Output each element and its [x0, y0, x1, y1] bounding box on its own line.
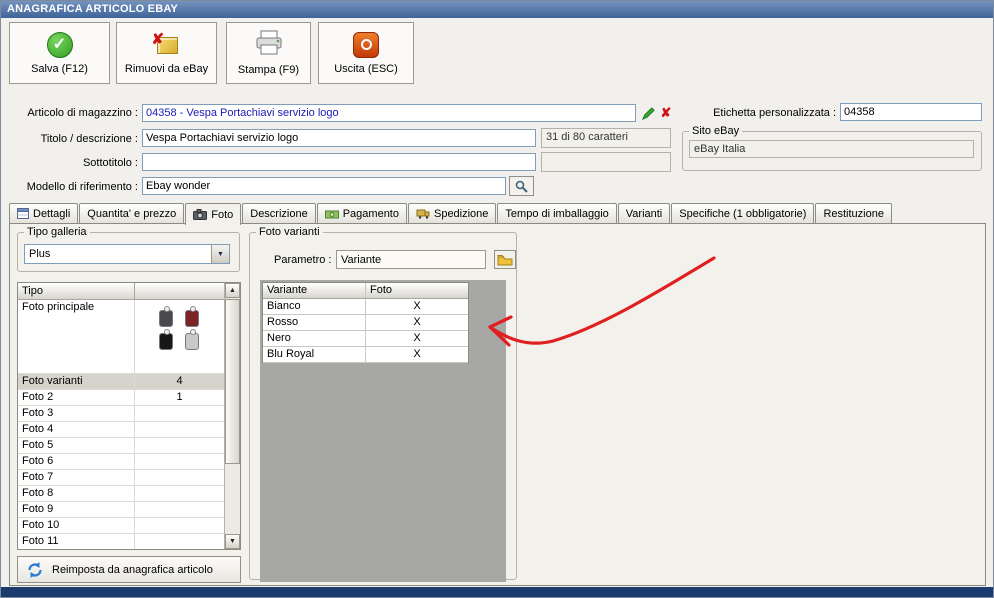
table-row-foto-2[interactable]: Foto 2 1	[18, 390, 224, 406]
stampa-button[interactable]: Stampa (F9)	[226, 22, 311, 84]
sito-ebay-group: Sito eBay eBay Italia	[682, 125, 982, 171]
edit-pencil-icon[interactable]	[639, 104, 657, 122]
scroll-down-icon[interactable]: ▼	[225, 534, 240, 549]
table-row-foto-8[interactable]: Foto 8	[18, 486, 224, 502]
status-bar	[1, 587, 993, 597]
anagrafica-articolo-ebay-window: ANAGRAFICA ARTICOLO EBAY ✓ Salva (F12) ✘…	[0, 0, 994, 598]
sottotitolo-counter	[541, 152, 671, 172]
etichetta-input[interactable]	[840, 103, 982, 121]
tipo-galleria-selected: Plus	[29, 248, 51, 260]
table-row-foto-6[interactable]: Foto 6	[18, 454, 224, 470]
keychain-thumbnail	[184, 329, 199, 350]
tab-specifiche[interactable]: Specifiche (1 obbligatorie)	[671, 203, 815, 223]
modello-search-button[interactable]	[509, 176, 534, 196]
articolo-label: Articolo di magazzino :	[27, 107, 138, 119]
save-check-icon: ✓	[46, 31, 73, 58]
tab-varianti[interactable]: Varianti	[617, 203, 671, 223]
chevron-down-icon[interactable]: ▼	[211, 245, 229, 263]
table-row-foto-varianti[interactable]: Foto varianti 4	[18, 374, 224, 390]
variant-row-nero[interactable]: Nero X	[263, 331, 468, 347]
foto-principale-thumbnails	[135, 300, 224, 350]
variant-row-bianco[interactable]: Bianco X	[263, 299, 468, 315]
table-row-foto-principale[interactable]: Foto principale	[18, 300, 224, 374]
tab-tempo-di-imballaggio[interactable]: Tempo di imballaggio	[497, 203, 617, 223]
foto-table-header-tipo: Tipo	[18, 283, 135, 299]
table-row-foto-11[interactable]: Foto 11	[18, 534, 224, 549]
parametro-folder-button[interactable]	[494, 250, 516, 269]
table-row-foto-5[interactable]: Foto 5	[18, 438, 224, 454]
power-exit-icon	[353, 31, 379, 58]
etichetta-label: Etichetta personalizzata :	[713, 107, 836, 119]
sottotitolo-label: Sottotitolo :	[82, 157, 138, 169]
foto-varianti-legend: Foto varianti	[259, 226, 320, 238]
tipo-galleria-group: Tipo galleria Plus ▼	[17, 226, 240, 272]
keychain-thumbnail	[158, 306, 173, 327]
sito-ebay-legend: Sito eBay	[692, 125, 740, 137]
sito-ebay-value: eBay Italia	[689, 140, 974, 158]
tipo-galleria-legend: Tipo galleria	[27, 226, 87, 238]
magnifier-icon	[515, 180, 528, 193]
toolbar: ✓ Salva (F12) ✘ Rimuovi da eBay Stampa (…	[9, 22, 414, 88]
camera-icon	[193, 209, 208, 220]
foto-list-table: Tipo Foto principale Foto varianti 4 Fot…	[17, 282, 241, 550]
folder-icon	[497, 254, 513, 265]
foto-varianti-group: Foto varianti Parametro : Variante Foto …	[249, 226, 517, 582]
uscita-label: Uscita (ESC)	[334, 62, 398, 75]
window-title: ANAGRAFICA ARTICOLO EBAY	[7, 3, 179, 15]
stampa-label: Stampa (F9)	[237, 64, 300, 76]
tab-bar: Dettagli Quantita' e prezzo Foto Descriz…	[9, 203, 893, 225]
rimuovi-da-ebay-button[interactable]: ✘ Rimuovi da eBay	[116, 22, 217, 84]
scroll-up-icon[interactable]: ▲	[225, 283, 240, 298]
clear-article-x-icon[interactable]: ✘	[658, 104, 674, 122]
table-row-foto-10[interactable]: Foto 10	[18, 518, 224, 534]
table-row-foto-4[interactable]: Foto 4	[18, 422, 224, 438]
keychain-thumbnail	[184, 306, 199, 327]
variant-row-rosso[interactable]: Rosso X	[263, 315, 468, 331]
varianti-col-foto: Foto	[370, 284, 393, 296]
keychain-thumbnail	[158, 329, 173, 350]
varianti-table-header: Variante Foto	[263, 283, 468, 299]
tab-dettagli[interactable]: Dettagli	[9, 203, 79, 223]
shipping-icon	[416, 209, 430, 219]
parametro-label: Parametro :	[274, 254, 332, 266]
salva-label: Salva (F12)	[31, 62, 88, 75]
articolo-input[interactable]	[142, 104, 636, 122]
rimuovi-label: Rimuovi da eBay	[124, 62, 209, 75]
foto-tab-panel: Tipo galleria Plus ▼ Tipo Foto principal…	[9, 223, 986, 586]
tab-descrizione[interactable]: Descrizione	[242, 203, 316, 223]
titolo-label: Titolo / descrizione :	[40, 133, 138, 145]
modello-label: Modello di riferimento :	[26, 181, 138, 193]
varianti-table-background: Variante Foto Bianco X Rosso X Nero X Bl…	[260, 280, 506, 582]
table-row-foto-9[interactable]: Foto 9	[18, 502, 224, 518]
details-icon	[17, 208, 29, 219]
parametro-input[interactable]	[336, 250, 486, 269]
caratteri-counter: 31 di 80 caratteri	[541, 128, 671, 148]
uscita-button[interactable]: Uscita (ESC)	[318, 22, 414, 84]
varianti-col-variante: Variante	[263, 283, 366, 298]
remove-box-icon: ✘	[152, 31, 182, 58]
refresh-icon	[28, 561, 42, 578]
money-icon	[324, 210, 339, 218]
tab-foto[interactable]: Foto	[185, 203, 242, 225]
scrollbar-thumb[interactable]	[225, 299, 240, 464]
titolo-input[interactable]	[142, 129, 536, 147]
tab-restituzione[interactable]: Restituzione	[815, 203, 892, 223]
sottotitolo-input[interactable]	[142, 153, 536, 171]
tab-quantita-e-prezzo[interactable]: Quantita' e prezzo	[79, 203, 185, 223]
printer-icon	[254, 30, 284, 59]
foto-table-header: Tipo	[18, 283, 224, 300]
window-titlebar[interactable]: ANAGRAFICA ARTICOLO EBAY	[1, 1, 993, 18]
reimposta-label: Reimposta da anagrafica articolo	[52, 563, 213, 576]
variant-row-blu-royal[interactable]: Blu Royal X	[263, 347, 468, 363]
salva-button[interactable]: ✓ Salva (F12)	[9, 22, 110, 84]
reimposta-button[interactable]: Reimposta da anagrafica articolo	[17, 556, 241, 583]
tab-spedizione[interactable]: Spedizione	[407, 203, 497, 223]
table-row-foto-7[interactable]: Foto 7	[18, 470, 224, 486]
table-row-foto-3[interactable]: Foto 3	[18, 406, 224, 422]
foto-table-scrollbar[interactable]: ▲ ▼	[224, 283, 240, 549]
modello-input[interactable]	[142, 177, 506, 195]
varianti-table: Variante Foto Bianco X Rosso X Nero X Bl…	[262, 282, 469, 363]
tipo-galleria-dropdown[interactable]: Plus ▼	[24, 244, 230, 264]
tab-pagamento[interactable]: Pagamento	[316, 203, 407, 223]
